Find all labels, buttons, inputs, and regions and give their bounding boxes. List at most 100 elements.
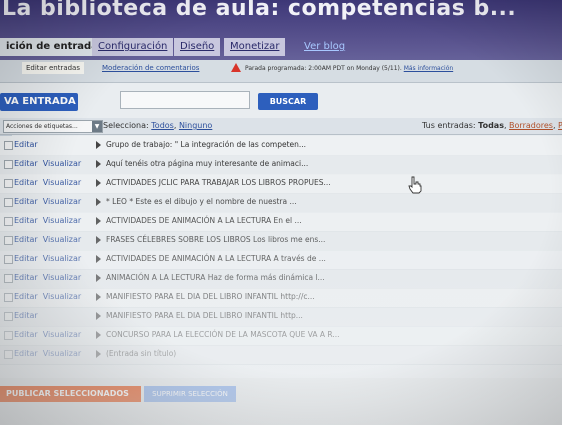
expand-arrow-icon[interactable] — [96, 198, 101, 206]
view-post-link[interactable]: Visualizar — [43, 178, 82, 187]
maintenance-notice: Parada programada: 2:00AM PDT on Monday … — [245, 65, 453, 72]
post-title[interactable]: Aquí tenéis otra página muy interesante … — [106, 159, 308, 168]
hand-cursor-icon — [408, 176, 422, 194]
your-posts-published-link[interactable]: Pu — [558, 121, 562, 130]
search-button[interactable]: BUSCAR — [258, 93, 318, 110]
post-checkbox[interactable] — [4, 236, 13, 245]
blog-title: La biblioteca de aula: competencias b... — [2, 0, 517, 21]
expand-arrow-icon[interactable] — [96, 179, 101, 187]
your-posts-prefix: Tus entradas: — [422, 121, 476, 130]
search-input[interactable] — [120, 91, 250, 109]
edit-post-link[interactable]: Editar — [14, 349, 38, 358]
expand-arrow-icon[interactable] — [96, 293, 101, 301]
sub-navigation: Editar entradas Moderación de comentario… — [0, 60, 562, 138]
post-checkbox[interactable] — [4, 293, 13, 302]
tab-design[interactable]: Diseño — [174, 38, 221, 56]
more-info-link[interactable]: Más información — [404, 65, 453, 72]
post-title[interactable]: FRASES CÉLEBRES SOBRE LOS LIBROS Los lib… — [106, 235, 325, 244]
post-checkbox[interactable] — [4, 160, 13, 169]
view-post-link[interactable]: Visualizar — [43, 349, 82, 358]
tab-settings[interactable]: Configuración — [92, 38, 174, 56]
post-row: Editar Visualizar (Entrada sin título) — [0, 345, 562, 365]
view-post-link[interactable]: Visualizar — [43, 216, 82, 225]
post-checkbox[interactable] — [4, 217, 13, 226]
edit-post-link[interactable]: Editar — [14, 273, 38, 282]
edit-post-link[interactable]: Editar — [14, 330, 38, 339]
post-checkbox[interactable] — [4, 312, 13, 321]
tab-posts[interactable]: ición de entradas — [0, 38, 104, 56]
view-post-link[interactable]: Visualizar — [43, 197, 82, 206]
post-checkbox[interactable] — [4, 350, 13, 359]
edit-post-link[interactable]: Editar — [14, 159, 38, 168]
expand-arrow-icon[interactable] — [96, 312, 101, 320]
post-title[interactable]: * LEO * Este es el dibujo y el nombre de… — [106, 197, 297, 206]
edit-post-link[interactable]: Editar — [14, 254, 38, 263]
edit-post-link[interactable]: Editar — [14, 140, 38, 149]
view-post-link[interactable]: Visualizar — [43, 254, 82, 263]
edit-post-link[interactable]: Editar — [14, 178, 38, 187]
post-actions: Editar Visualizar — [14, 292, 86, 301]
tab-monetize[interactable]: Monetizar — [224, 38, 286, 56]
view-post-link[interactable]: Visualizar — [43, 292, 82, 301]
subtab-moderate-comments[interactable]: Moderación de comentarios — [102, 64, 199, 72]
label-actions-select[interactable]: Acciones de etiquetas... ▼ — [3, 120, 103, 133]
select-none-link[interactable]: Ninguno — [179, 121, 212, 130]
post-checkbox[interactable] — [4, 255, 13, 264]
view-post-link[interactable]: Visualizar — [43, 273, 82, 282]
edit-post-link[interactable]: Editar — [14, 292, 38, 301]
post-title[interactable]: CONCURSO PARA LA ELECCIÓN DE LA MASCOTA … — [106, 330, 340, 339]
edit-post-link[interactable]: Editar — [14, 216, 38, 225]
expand-arrow-icon[interactable] — [96, 217, 101, 225]
edit-post-link[interactable]: Editar — [14, 311, 38, 320]
expand-arrow-icon[interactable] — [96, 236, 101, 244]
post-title[interactable]: ACTIVIDADES DE ANIMACIÓN A LA LECTURA A … — [106, 254, 326, 263]
post-row: Editar Grupo de trabajo: " La integración… — [0, 136, 562, 156]
delete-selected-button[interactable]: SUPRIMIR SELECCIÓN — [144, 386, 236, 402]
post-title[interactable]: Grupo de trabajo: " La integración de la… — [106, 140, 306, 149]
tab-view-blog[interactable]: Ver blog — [298, 38, 351, 56]
post-title[interactable]: ANIMACIÓN A LA LECTURA Haz de forma más … — [106, 273, 325, 282]
expand-arrow-icon[interactable] — [96, 331, 101, 339]
expand-arrow-icon[interactable] — [96, 160, 101, 168]
your-posts-drafts-link[interactable]: Borradores — [509, 121, 553, 130]
expand-arrow-icon[interactable] — [96, 255, 101, 263]
notice-text: Parada programada: 2:00AM PDT on Monday … — [245, 65, 402, 72]
your-posts-all[interactable]: Todas — [478, 121, 504, 130]
edit-post-link[interactable]: Editar — [14, 235, 38, 244]
post-actions: Editar Visualizar — [14, 159, 86, 168]
view-post-link[interactable]: Visualizar — [43, 330, 82, 339]
expand-arrow-icon[interactable] — [96, 274, 101, 282]
post-actions: Editar — [14, 140, 43, 149]
post-checkbox[interactable] — [4, 141, 13, 150]
post-actions: Editar Visualizar — [14, 197, 86, 206]
publish-selected-button[interactable]: PUBLICAR SELECCIONADOS — [0, 386, 141, 402]
post-row: Editar Visualizar ANIMACIÓN A LA LECTURA H… — [0, 269, 562, 289]
expand-arrow-icon[interactable] — [96, 141, 101, 149]
post-title[interactable]: (Entrada sin título) — [106, 349, 176, 358]
expand-arrow-icon[interactable] — [96, 350, 101, 358]
select-controls: Selecciona: Todos, Ninguno — [103, 121, 213, 130]
view-post-link[interactable]: Visualizar — [43, 159, 82, 168]
new-post-button[interactable]: VA ENTRADA — [0, 93, 78, 111]
post-checkbox[interactable] — [4, 274, 13, 283]
post-title[interactable]: ACTIVIDADES DE ANIMACIÓN A LA LECTURA En… — [106, 216, 302, 225]
post-row: Editar Visualizar Aquí tenéis otra página … — [0, 155, 562, 175]
post-checkbox[interactable] — [4, 331, 13, 340]
edit-post-link[interactable]: Editar — [14, 197, 38, 206]
post-actions: Editar Visualizar — [14, 273, 86, 282]
post-row: Editar Visualizar CONCURSO PARA LA ELECCIÓ… — [0, 326, 562, 346]
select-all-link[interactable]: Todos — [151, 121, 174, 130]
filter-bar: Acciones de etiquetas... ▼ Selecciona: T… — [0, 118, 562, 135]
post-title[interactable]: MANIFIESTO PARA EL DIA DEL LIBRO INFANTI… — [106, 311, 303, 320]
post-title[interactable]: MANIFIESTO PARA EL DIA DEL LIBRO INFANTI… — [106, 292, 315, 301]
post-checkbox[interactable] — [4, 179, 13, 188]
post-actions: Editar Visualizar — [14, 235, 86, 244]
post-checkbox[interactable] — [4, 198, 13, 207]
post-title[interactable]: ACTIVIDADES JCLIC PARA TRABAJAR LOS LIBR… — [106, 178, 331, 187]
post-row: Editar Visualizar MANIFIESTO PARA EL DIA D… — [0, 288, 562, 308]
post-actions: Editar Visualizar — [14, 216, 86, 225]
subtab-edit-posts[interactable]: Editar entradas — [22, 62, 84, 74]
post-row: Editar Visualizar ACTIVIDADES DE ANIMACIÓN… — [0, 250, 562, 270]
post-actions: Editar — [14, 311, 43, 320]
view-post-link[interactable]: Visualizar — [43, 235, 82, 244]
